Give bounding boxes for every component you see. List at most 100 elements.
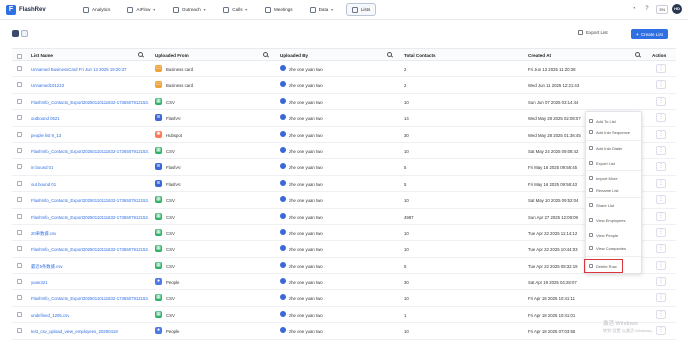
row-checkbox[interactable]	[17, 66, 22, 71]
table-row[interactable]: in bound 01 ≋ FlashAI zhe one yuan two 5 Fri …	[12, 159, 676, 176]
more-actions-button[interactable]: ⋮	[656, 162, 666, 172]
search-icon[interactable]	[138, 52, 143, 57]
table-row[interactable]: FlashInfo_Contacts_Export20250110111632-…	[12, 192, 676, 209]
nav-item-outreach[interactable]: Outreach ▼	[168, 3, 211, 16]
menu-item-export-list[interactable]: Export List	[589, 158, 615, 168]
search-icon[interactable]	[387, 52, 392, 57]
nav-item-calls[interactable]: Calls ▼	[218, 3, 253, 16]
group-view-icon[interactable]	[21, 30, 28, 37]
bell-icon[interactable]: ◔	[630, 6, 637, 13]
list-name-link[interactable]: yuan321	[31, 280, 48, 285]
nav-item-data[interactable]: Data ▼	[305, 3, 339, 16]
more-actions-button[interactable]: ⋮	[656, 178, 666, 188]
list-name-link[interactable]: 最近5条数據.csv	[31, 264, 63, 270]
more-actions-button[interactable]: ⋮	[656, 145, 666, 155]
menu-item-add-to-list[interactable]: Add To List	[589, 116, 616, 126]
row-checkbox[interactable]	[17, 82, 22, 88]
table-row[interactable]: people list 9_13 ✺ Hubspot zhe one yuan two…	[12, 127, 676, 143]
list-name-link[interactable]: FlashInfo_Contacts_Export20250110111632-…	[31, 149, 149, 154]
row-checkbox[interactable]	[17, 213, 22, 219]
list-name-link[interactable]: undefined_1205.csv	[31, 313, 69, 318]
table-row[interactable]: Unnamed BusinessCard Fri Jun 13 2025 19:…	[12, 61, 676, 78]
table-row[interactable]: 最近5条数據.csv ▦ CSV zhe one yuan two 5 Tue Apr 2…	[12, 258, 676, 275]
search-icon[interactable]	[635, 52, 640, 57]
more-actions-button[interactable]: ⋮	[656, 195, 666, 205]
table-row[interactable]: Unnamed101223 ▭ Business card zhe one yuan …	[12, 77, 676, 94]
avatar[interactable]: HD	[672, 4, 682, 14]
table-row[interactable]: FlashInfo_Contacts_Export20250110111632-…	[12, 290, 676, 307]
more-actions-button[interactable]: ⋮	[656, 80, 666, 90]
create-list-button[interactable]: + Create List	[631, 29, 668, 39]
row-checkbox[interactable]	[17, 197, 22, 203]
table-row[interactable]: undefined_1205.csv ▦ CSV zhe one yuan two 1 F…	[12, 307, 676, 324]
app-logo[interactable]: F FlashRev	[6, 4, 76, 15]
table-row[interactable]: FlashInfo_Contacts_Export20250110111632-…	[12, 143, 676, 160]
table-row[interactable]: test_csv_upload_view_employees_20250418 ●…	[12, 323, 676, 340]
row-checkbox[interactable]	[17, 131, 22, 137]
more-actions-button[interactable]: ⋮	[656, 211, 666, 221]
table-row[interactable]: FlashInfo_Contacts_Export20250110111632-…	[12, 209, 676, 225]
more-actions-button[interactable]: ⋮	[656, 326, 666, 336]
table-row[interactable]: FlashInfo_Contacts_Export20250110111632-…	[12, 241, 676, 258]
row-checkbox[interactable]	[17, 164, 22, 170]
more-actions-button[interactable]: ⋮	[656, 96, 666, 106]
more-actions-button[interactable]: ⋮	[656, 113, 666, 123]
list-name-link[interactable]: 20車数據.csv	[31, 231, 56, 237]
row-checkbox[interactable]	[17, 295, 22, 301]
nav-item-lists[interactable]: Lists	[345, 3, 377, 16]
list-name-link[interactable]: out bound 01	[31, 182, 56, 187]
more-actions-button[interactable]: ⋮	[656, 309, 666, 319]
more-actions-button[interactable]: ⋮	[656, 260, 666, 270]
nav-item-analytics[interactable]: Analytics	[78, 3, 115, 16]
row-checkbox[interactable]	[17, 328, 22, 334]
menu-item-delete-row[interactable]: Delete Row	[584, 259, 623, 273]
table-row[interactable]: out bound 01 ≋ FlashAI zhe one yuan two 5 Fri…	[12, 176, 676, 193]
list-name-link[interactable]: test_csv_upload_view_employees_20250418	[31, 329, 118, 334]
list-name-link[interactable]: FlashInfo_Contacts_Export20250110111632-…	[31, 215, 149, 220]
table-row[interactable]: outbound 0521 ≋ FlashAI zhe one yuan two 14 W…	[12, 110, 676, 127]
person-view-icon[interactable]	[12, 30, 19, 37]
menu-item-view-people[interactable]: View People	[589, 230, 618, 240]
select-all-checkbox[interactable]	[17, 54, 22, 59]
row-checkbox[interactable]	[17, 246, 22, 252]
menu-item-add-into-sequence[interactable]: Add Into Sequence	[589, 127, 630, 137]
list-name-link[interactable]: people list 9_13	[31, 133, 61, 138]
menu-item-view-companies[interactable]: View Companies	[589, 243, 626, 253]
help-icon[interactable]: ?	[643, 6, 650, 13]
row-checkbox[interactable]	[17, 98, 22, 104]
export-list-button[interactable]: Export List	[578, 30, 608, 35]
list-name-link[interactable]: Unnamed BusinessCard Fri Jun 13 2025 19:…	[31, 67, 127, 72]
list-name-link[interactable]: outbound 0521	[31, 116, 60, 121]
list-name-link[interactable]: FlashInfo_Contacts_Export20250110111632-…	[31, 247, 149, 252]
more-actions-button[interactable]: ⋮	[656, 244, 666, 254]
nav-item-aiflow[interactable]: AIFlow ▼	[122, 3, 161, 16]
nav-item-meetings[interactable]: Meetings	[260, 3, 298, 16]
more-actions-button[interactable]: ⋮	[656, 277, 666, 287]
row-checkbox[interactable]	[17, 311, 22, 317]
row-checkbox[interactable]	[17, 115, 22, 121]
menu-item-import-more[interactable]: Import More	[589, 173, 618, 183]
more-actions-button[interactable]: ⋮	[656, 227, 666, 237]
menu-item-rename-list[interactable]: Rename List	[589, 185, 618, 195]
list-name-link[interactable]: FlashInfo_Contacts_Export20250110111632-…	[31, 198, 149, 203]
more-actions-button[interactable]: ⋮	[656, 293, 666, 303]
table-row[interactable]: FlashInfo_Contacts_Export20250110111632-…	[12, 94, 676, 111]
search-icon[interactable]	[263, 52, 268, 57]
row-checkbox[interactable]	[17, 279, 22, 285]
more-actions-button[interactable]: ⋮	[656, 129, 666, 139]
row-checkbox[interactable]	[17, 147, 22, 153]
table-row[interactable]: 20車数據.csv ▦ CSV zhe one yuan two 10 Tue Apr 2…	[12, 225, 676, 242]
menu-item-view-employees[interactable]: View Employees	[589, 215, 626, 225]
row-checkbox[interactable]	[17, 229, 22, 235]
list-name-link[interactable]: Unnamed101223	[31, 83, 64, 88]
table-row[interactable]: yuan321 ● People zhe one yuan two 30 Sat Apr …	[12, 274, 676, 291]
row-checkbox[interactable]	[17, 262, 22, 268]
list-name-link[interactable]: FlashInfo_Contacts_Export20250110111632-…	[31, 100, 149, 105]
more-actions-button[interactable]: ⋮	[656, 64, 666, 73]
menu-item-share-list[interactable]: Share List	[589, 200, 614, 210]
list-name-link[interactable]: FlashInfo_Contacts_Export20250110111632-…	[31, 296, 149, 301]
row-checkbox[interactable]	[17, 180, 22, 186]
menu-item-add-into-dialer[interactable]: Add Into Dialer	[589, 143, 622, 153]
language-selector[interactable]: EN	[656, 4, 668, 14]
list-name-link[interactable]: in bound 01	[31, 165, 53, 170]
